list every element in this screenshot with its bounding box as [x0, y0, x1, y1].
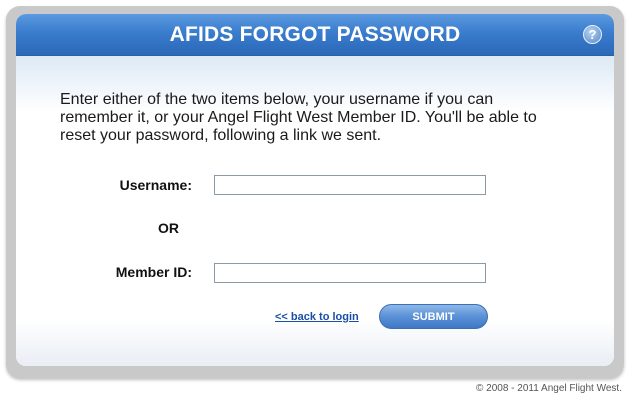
instructions-text: Enter either of the two items below, you…	[60, 91, 537, 144]
back-to-login-link[interactable]: << back to login	[275, 311, 359, 323]
or-separator: OR	[158, 220, 179, 236]
member-id-input[interactable]	[214, 263, 486, 283]
username-label: Username:	[119, 177, 192, 193]
member-id-label: Member ID:	[115, 264, 192, 280]
username-input[interactable]	[214, 175, 486, 195]
submit-button[interactable]: SUBMIT	[379, 304, 488, 329]
copyright-text: © 2008 - 2011 Angel Flight West.	[476, 383, 622, 394]
panel-title: AFIDS FORGOT PASSWORD	[169, 23, 461, 46]
panel-header: AFIDS FORGOT PASSWORD ?	[16, 14, 614, 56]
help-icon[interactable]: ?	[583, 25, 602, 44]
